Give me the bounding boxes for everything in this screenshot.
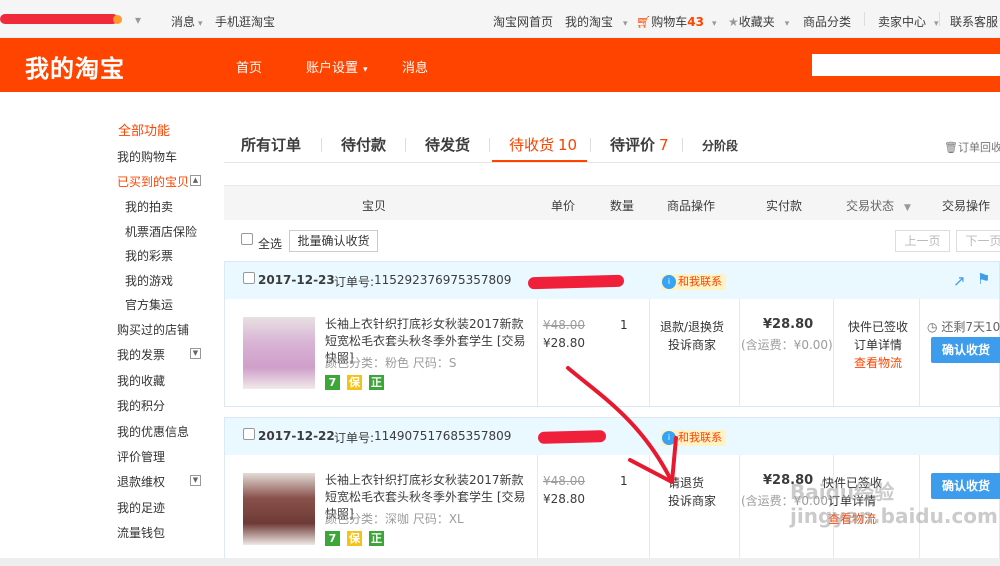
watermark: Baidu经验 jingyan.baidu.com [790, 480, 998, 528]
bottom-scroll-area [0, 558, 1000, 566]
annotation-arrow-shaft [566, 366, 672, 480]
page: ▾ 消息 ▾ 手机逛淘宝 淘宝网首页 我的淘宝 ▾ 🛒︎购物车43 ▾ ★收藏夹 ▾ 商… [0, 0, 1000, 566]
